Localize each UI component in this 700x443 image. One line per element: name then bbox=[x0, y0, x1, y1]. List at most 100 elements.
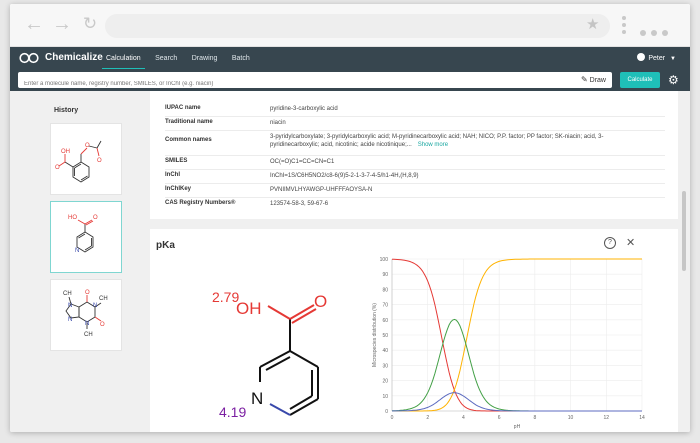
pka-base-label: 4.19 bbox=[219, 404, 246, 420]
bond bbox=[265, 356, 291, 371]
star-icon[interactable]: ★ bbox=[586, 17, 599, 32]
browser-window: ← → ↻ ★ Chemicalize Calculation Search D… bbox=[10, 4, 690, 432]
y-tick-label: 40 bbox=[382, 348, 388, 354]
svg-text:N: N bbox=[68, 303, 72, 309]
property-row: IUPAC name pyridine-3-carboxylic acid bbox=[165, 105, 665, 117]
atom-n: N bbox=[251, 389, 263, 408]
y-tick-label: 10 bbox=[382, 394, 388, 400]
svg-text:O: O bbox=[93, 215, 98, 221]
x-tick-label: 14 bbox=[639, 415, 645, 421]
app-header: Chemicalize Calculation Search Drawing B… bbox=[10, 47, 690, 70]
main-nav: Calculation Search Drawing Batch bbox=[102, 47, 256, 70]
svg-text:CH: CH bbox=[99, 296, 108, 302]
history-item-aspirin[interactable]: OH O O O bbox=[50, 123, 122, 195]
y-tick-label: 90 bbox=[382, 272, 388, 278]
gear-icon[interactable]: ⚙ bbox=[668, 73, 679, 87]
x-tick-label: 4 bbox=[462, 415, 465, 421]
property-value[interactable]: InChI=1S/C6H5NO2/c8-6(9)5-2-1-3-7-4-5/h1… bbox=[270, 172, 620, 180]
user-icon bbox=[637, 53, 646, 61]
svg-text:N: N bbox=[75, 248, 79, 254]
bond bbox=[289, 395, 313, 410]
svg-text:CH: CH bbox=[63, 291, 72, 297]
bond bbox=[267, 305, 291, 320]
property-value[interactable]: niacin bbox=[270, 119, 620, 127]
brand-name[interactable]: Chemicalize bbox=[45, 52, 103, 63]
user-menu[interactable]: Peter ▼ bbox=[637, 53, 676, 62]
scrollbar-thumb[interactable] bbox=[682, 191, 686, 271]
calculate-button[interactable]: Calculate bbox=[620, 72, 660, 88]
show-more-link[interactable]: Show more bbox=[418, 142, 448, 148]
window-controls-icon[interactable] bbox=[640, 23, 673, 41]
tab-batch[interactable]: Batch bbox=[228, 48, 254, 68]
property-label: CAS Registry Numbers® bbox=[165, 200, 236, 206]
property-label: InChIKey bbox=[165, 186, 192, 192]
property-value[interactable]: PVNIIMVLHYAWGP-UHFFFAOYSA-N bbox=[270, 186, 620, 194]
svg-text:OH: OH bbox=[61, 149, 70, 155]
property-value[interactable]: 123574-58-3, 59-67-6 bbox=[270, 200, 620, 208]
aspirin-structure: OH O O O bbox=[55, 140, 102, 183]
forward-icon[interactable]: → bbox=[52, 14, 72, 34]
property-value[interactable]: 3-pyridylcarboxylate; 3-pyridylcarboxyli… bbox=[270, 133, 620, 149]
svg-text:O: O bbox=[55, 165, 60, 171]
address-bar[interactable] bbox=[105, 14, 610, 38]
pka-title: pKa bbox=[156, 240, 175, 251]
pka-acid-label: 2.79 bbox=[212, 289, 239, 305]
niacin-structure: HO O N bbox=[68, 215, 98, 254]
y-tick-label: 30 bbox=[382, 363, 388, 369]
property-value[interactable]: pyridine-3-carboxylic acid bbox=[270, 105, 620, 113]
y-axis-label: Microspecies distribution (%) bbox=[372, 303, 378, 367]
y-tick-label: 100 bbox=[380, 257, 389, 263]
x-tick-label: 2 bbox=[426, 415, 429, 421]
x-tick-label: 8 bbox=[533, 415, 536, 421]
bond bbox=[269, 403, 291, 416]
x-tick-label: 0 bbox=[391, 415, 394, 421]
property-value[interactable]: OC(=O)C1=CC=CN=C1 bbox=[270, 158, 620, 166]
property-row: SMILES OC(=O)C1=CC=CN=C1 bbox=[165, 158, 665, 170]
search-bar: ✎ Draw Calculate ⚙ bbox=[10, 69, 690, 92]
y-tick-label: 60 bbox=[382, 318, 388, 324]
svg-text:O: O bbox=[85, 290, 90, 296]
draw-button[interactable]: ✎ Draw bbox=[581, 75, 606, 84]
search-input[interactable] bbox=[18, 76, 564, 92]
reload-icon[interactable]: ↻ bbox=[80, 14, 100, 34]
bond bbox=[289, 350, 319, 368]
chevron-down-icon: ▼ bbox=[670, 56, 676, 62]
browser-toolbar: ← → ↻ ★ bbox=[10, 4, 690, 47]
property-row: Traditional name niacin bbox=[165, 119, 665, 131]
help-icon[interactable]: ? bbox=[604, 237, 616, 249]
property-label: SMILES bbox=[165, 158, 188, 164]
tab-search[interactable]: Search bbox=[151, 48, 181, 68]
y-tick-label: 70 bbox=[382, 303, 388, 309]
history-item-caffeine[interactable]: O O N N N N CH CH CH bbox=[50, 279, 122, 351]
atom-oh: OH bbox=[236, 299, 262, 318]
y-tick-label: 0 bbox=[385, 409, 388, 415]
property-row: InChI InChI=1S/C6H5NO2/c8-6(9)5-2-1-3-7-… bbox=[165, 172, 665, 184]
draw-icon: ✎ bbox=[581, 75, 588, 84]
browser-menu-icon[interactable] bbox=[622, 16, 626, 37]
back-icon[interactable]: ← bbox=[24, 14, 44, 34]
svg-text:N: N bbox=[93, 303, 97, 309]
svg-text:HO: HO bbox=[68, 215, 77, 221]
x-axis-label: pH bbox=[514, 424, 521, 430]
x-tick-label: 10 bbox=[568, 415, 574, 421]
y-tick-label: 80 bbox=[382, 287, 388, 293]
history-item-niacin[interactable]: HO O N bbox=[50, 201, 122, 273]
draw-label: Draw bbox=[589, 77, 606, 84]
search-field: ✎ Draw bbox=[18, 72, 612, 92]
svg-text:N: N bbox=[68, 317, 72, 323]
chemicalize-logo-icon[interactable] bbox=[19, 51, 39, 65]
property-row: Common names 3-pyridylcarboxylate; 3-pyr… bbox=[165, 133, 665, 156]
property-label: IUPAC name bbox=[165, 105, 201, 111]
tab-drawing[interactable]: Drawing bbox=[188, 48, 222, 68]
svg-text:CH: CH bbox=[84, 332, 93, 338]
history-title: History bbox=[54, 107, 79, 114]
svg-text:O: O bbox=[85, 143, 90, 149]
pka-structure: OH O N 2.79 4.19 bbox=[212, 289, 327, 420]
tab-calculation[interactable]: Calculation bbox=[102, 48, 145, 70]
properties-card: IUPAC name pyridine-3-carboxylic acid Tr… bbox=[150, 91, 678, 219]
microspecies-distribution-chart: 0 10 20 30 40 50 60 70 80 90 100 0 2 4 6 8 10 12 14 pH Micro… bbox=[372, 257, 645, 430]
close-icon[interactable]: ✕ bbox=[626, 236, 635, 249]
x-tick-label: 6 bbox=[498, 415, 501, 421]
main-content: History OH O O O HO O N O O N N N N CH C… bbox=[10, 91, 690, 432]
svg-text:O: O bbox=[100, 322, 105, 328]
